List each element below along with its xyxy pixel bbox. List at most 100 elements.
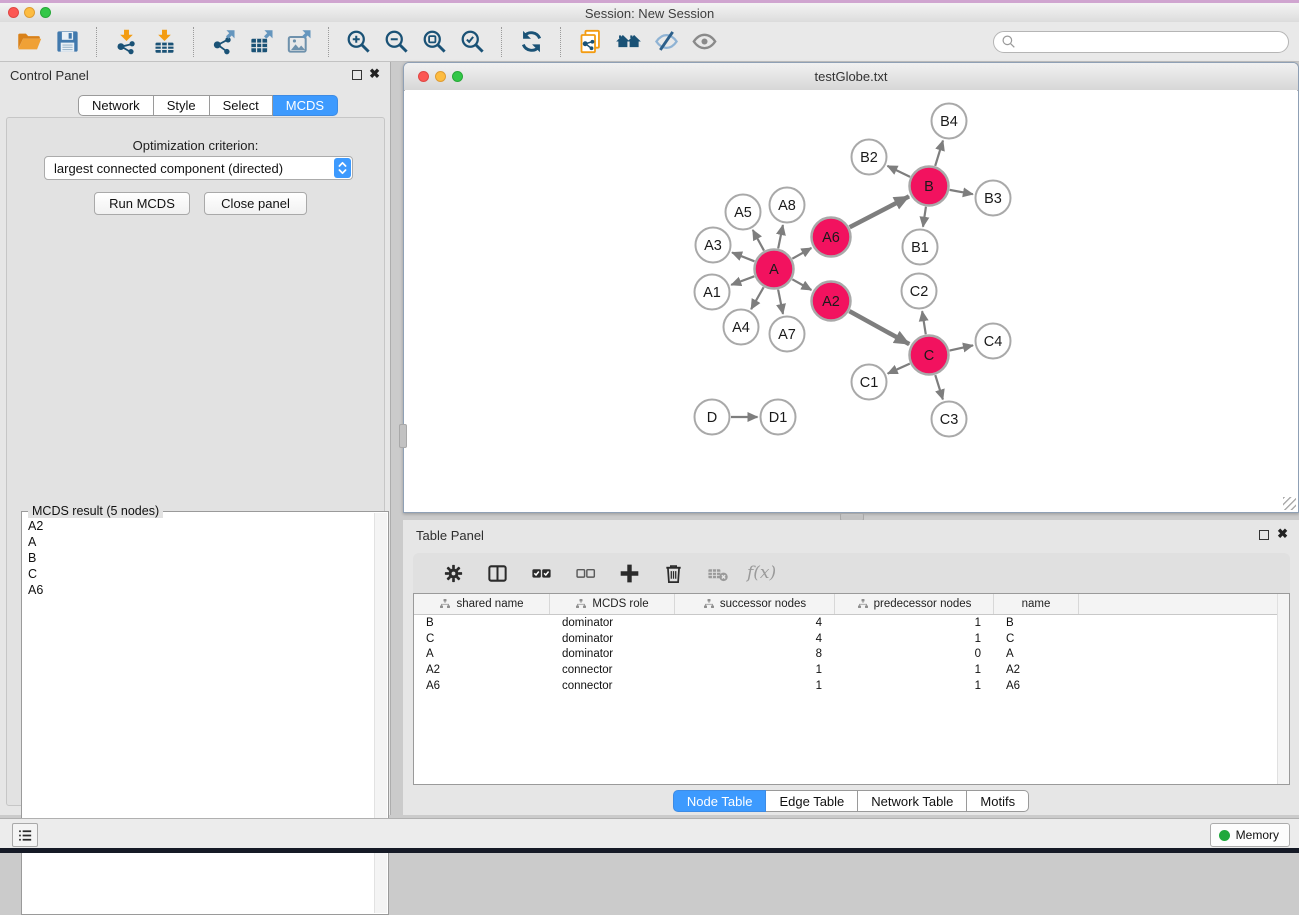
zoom-selected-button[interactable]: [456, 26, 488, 58]
table-cell[interactable]: A: [414, 648, 550, 660]
network-canvas[interactable]: B4B2BB3A8A5A6A3B1AA1C2A2A4A7C4CC1C3DD1: [405, 90, 1297, 511]
table-cell[interactable]: 1: [835, 680, 994, 692]
node-A[interactable]: A: [755, 250, 794, 289]
table-close-panel-icon[interactable]: ✖: [1277, 526, 1288, 542]
column-header-predecessor-nodes[interactable]: predecessor nodes: [835, 594, 994, 614]
edge-A2-C[interactable]: [849, 311, 909, 344]
node-D1[interactable]: D1: [761, 400, 796, 435]
table-cell[interactable]: B: [994, 617, 1079, 629]
table-row[interactable]: A2connector11A2: [414, 662, 1289, 678]
edge-A-A4[interactable]: [751, 287, 763, 309]
edge-A-A2[interactable]: [792, 279, 811, 290]
column-header-MCDS-role[interactable]: MCDS role: [550, 594, 675, 614]
mcds-result-item[interactable]: C: [28, 566, 374, 582]
add-column-button[interactable]: [613, 557, 645, 589]
delete-column-button[interactable]: [657, 557, 689, 589]
table-scrollbar[interactable]: [1277, 594, 1289, 784]
tab-select[interactable]: Select: [210, 95, 273, 116]
table-cell[interactable]: C: [994, 633, 1079, 645]
zoom-fit-button[interactable]: [418, 26, 450, 58]
table-cell[interactable]: A6: [414, 680, 550, 692]
delete-table-button[interactable]: [701, 557, 733, 589]
home-button[interactable]: [612, 26, 644, 58]
node-C2[interactable]: C2: [902, 274, 937, 309]
edge-B-B1[interactable]: [923, 207, 926, 227]
function-builder-button[interactable]: f(x): [747, 563, 776, 583]
vertical-splitter-handle[interactable]: [399, 424, 407, 448]
close-panel-icon[interactable]: ✖: [369, 66, 380, 82]
table-cell[interactable]: A: [994, 648, 1079, 660]
save-button[interactable]: [51, 26, 83, 58]
column-header-successor-nodes[interactable]: successor nodes: [675, 594, 835, 614]
table-cell[interactable]: connector: [550, 680, 675, 692]
edge-B-B4[interactable]: [935, 141, 943, 166]
node-A7[interactable]: A7: [770, 317, 805, 352]
table-cell[interactable]: dominator: [550, 633, 675, 645]
node-A1[interactable]: A1: [695, 275, 730, 310]
table-cell[interactable]: 4: [675, 633, 835, 645]
tab-network-table[interactable]: Network Table: [858, 790, 967, 812]
column-header-name[interactable]: name: [994, 594, 1079, 614]
open-button[interactable]: [13, 26, 45, 58]
search-field[interactable]: [1018, 33, 1288, 51]
table-row[interactable]: Cdominator41C: [414, 631, 1289, 647]
edge-A-A6[interactable]: [792, 248, 811, 259]
settings-gear-button[interactable]: [437, 557, 469, 589]
task-history-button[interactable]: [12, 823, 38, 847]
table-cell[interactable]: C: [414, 633, 550, 645]
tab-mcds[interactable]: MCDS: [273, 95, 338, 116]
table-row[interactable]: A6connector11A6: [414, 678, 1289, 694]
zoom-out-button[interactable]: [380, 26, 412, 58]
edge-A-A7[interactable]: [778, 290, 783, 314]
close-panel-button[interactable]: Close panel: [204, 192, 307, 215]
network-graph[interactable]: B4B2BB3A8A5A6A3B1AA1C2A2A4A7C4CC1C3DD1: [405, 90, 1297, 511]
node-A8[interactable]: A8: [770, 188, 805, 223]
node-B1[interactable]: B1: [903, 230, 938, 265]
export-image-button[interactable]: [283, 26, 315, 58]
mcds-result-item[interactable]: A2: [28, 518, 374, 534]
memory-button[interactable]: Memory: [1210, 823, 1290, 847]
table-cell[interactable]: 0: [835, 648, 994, 660]
table-cell[interactable]: connector: [550, 664, 675, 676]
deselect-all-button[interactable]: [569, 557, 601, 589]
tab-node-table[interactable]: Node Table: [673, 790, 767, 812]
table-cell[interactable]: A2: [994, 664, 1079, 676]
float-panel-icon[interactable]: [352, 70, 362, 80]
column-header-shared-name[interactable]: shared name: [414, 594, 550, 614]
tab-edge-table[interactable]: Edge Table: [766, 790, 858, 812]
mcds-result-item[interactable]: A: [28, 534, 374, 550]
edge-C-C4[interactable]: [950, 345, 973, 350]
table-cell[interactable]: 1: [675, 680, 835, 692]
search-input[interactable]: [993, 31, 1289, 53]
node-C[interactable]: C: [910, 336, 949, 375]
table-cell[interactable]: 8: [675, 648, 835, 660]
tab-style[interactable]: Style: [154, 95, 210, 116]
criterion-dropdown[interactable]: largest connected component (directed): [44, 156, 353, 180]
node-D[interactable]: D: [695, 400, 730, 435]
table-cell[interactable]: B: [414, 617, 550, 629]
export-table-button[interactable]: [245, 26, 277, 58]
table-cell[interactable]: A6: [994, 680, 1079, 692]
edge-A-A3[interactable]: [732, 253, 754, 262]
mcds-result-list[interactable]: A2ABCA6: [23, 518, 374, 913]
table-cell[interactable]: A2: [414, 664, 550, 676]
select-all-button[interactable]: [525, 557, 557, 589]
node-C1[interactable]: C1: [852, 365, 887, 400]
network-window-titlebar[interactable]: testGlobe.txt: [404, 63, 1298, 91]
node-A3[interactable]: A3: [696, 228, 731, 263]
hide-panel-button[interactable]: [650, 26, 682, 58]
table-cell[interactable]: 1: [835, 617, 994, 629]
import-table-button[interactable]: [148, 26, 180, 58]
network-from-file-button[interactable]: [574, 26, 606, 58]
table-cell[interactable]: dominator: [550, 648, 675, 660]
edge-A-A8[interactable]: [778, 225, 783, 248]
table-cell[interactable]: dominator: [550, 617, 675, 629]
table-row[interactable]: Bdominator41B: [414, 615, 1289, 631]
node-A4[interactable]: A4: [724, 310, 759, 345]
refresh-button[interactable]: [515, 26, 547, 58]
node-C4[interactable]: C4: [976, 324, 1011, 359]
table-cell[interactable]: 1: [835, 633, 994, 645]
edge-A-A5[interactable]: [753, 230, 764, 251]
resize-grip-icon[interactable]: [1283, 497, 1296, 510]
run-mcds-button[interactable]: Run MCDS: [94, 192, 190, 215]
